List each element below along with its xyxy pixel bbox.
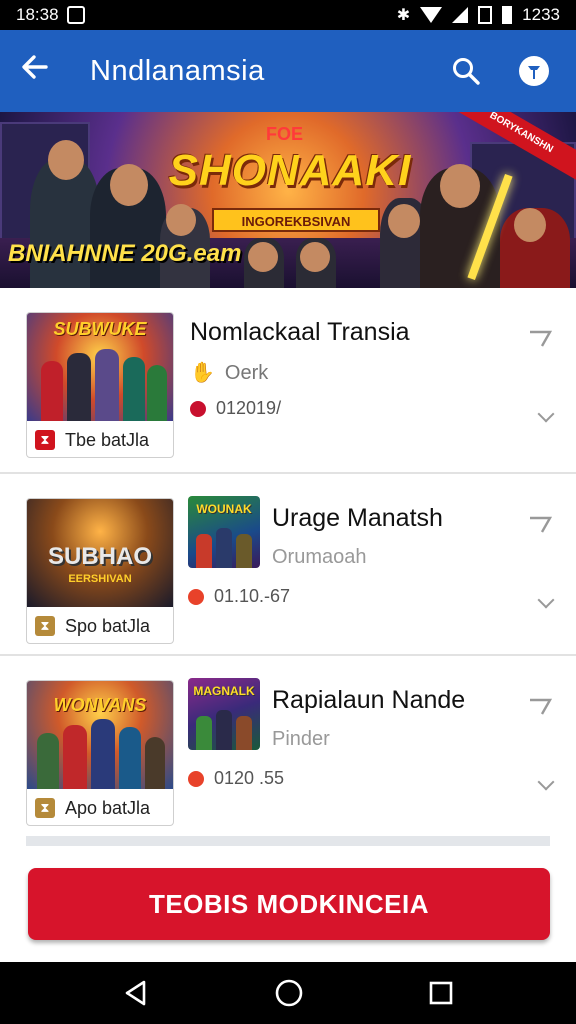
signal-icon <box>452 7 469 23</box>
hourglass-icon: ⧗ <box>35 798 55 818</box>
tournament-list: SUBWUKE ⧗ Tbe batJla Nomlackaal Transia … <box>0 288 576 838</box>
back-arrow-icon <box>22 54 48 79</box>
nav-back-icon[interactable] <box>122 979 150 1007</box>
divider <box>26 836 550 846</box>
item-subtitle: Orumaoah <box>272 546 367 568</box>
item-thumbnail-image: WONVANS <box>27 681 173 789</box>
thumb-label: Apo batJla <box>65 797 151 818</box>
item-meta: 0120 .55 <box>214 768 285 788</box>
item-thumbnail-image: SUBHAO EERSHIVAN <box>27 499 173 607</box>
search-icon <box>453 58 480 85</box>
status-dot-icon <box>190 400 206 417</box>
small-thumb-title: MAGNALK <box>193 684 255 698</box>
banner-title: SHONAAKI <box>168 146 412 195</box>
banner-subtitle: INGOREKBSIVAN <box>212 208 380 232</box>
item-meta: 012019/ <box>216 398 282 418</box>
status-time: 18:38 <box>16 5 59 24</box>
status-badge-icon <box>188 770 204 787</box>
share-icon[interactable] <box>528 696 554 716</box>
app-bar: Nndlanamsia <box>0 30 576 112</box>
back-button[interactable] <box>20 52 64 91</box>
item-subtitle: Pinder <box>272 728 330 750</box>
share-icon[interactable] <box>528 514 554 534</box>
thumb-title: WONVANS <box>53 695 147 715</box>
thumb-label: Tbe batJla <box>65 429 150 450</box>
banner-bottom-text: BNIAHNNE 20G.eam <box>8 240 242 267</box>
notification-icon <box>66 6 85 24</box>
item-thumbnail-image: SUBWUKE <box>27 313 173 421</box>
small-thumbnail[interactable]: WOUNAK <box>188 496 260 568</box>
system-nav-bar <box>0 962 576 1024</box>
bluetooth-icon: ✱ <box>396 7 411 24</box>
thumb-subtitle: EERSHIVAN <box>68 573 132 585</box>
status-badge-icon <box>188 588 204 605</box>
nav-recents-icon[interactable] <box>428 980 454 1006</box>
list-item[interactable]: SUBHAO EERSHIVAN ⧗ Spo batJla WOUNAK Ura… <box>0 474 576 656</box>
small-thumb-title: WOUNAK <box>196 502 252 516</box>
thumb-label: Spo batJla <box>65 615 151 636</box>
item-thumbnail-card[interactable]: WONVANS ⧗ Apo batJla <box>26 680 174 826</box>
chevron-down-icon[interactable] <box>537 405 555 423</box>
trophy-icon: ⧗ <box>35 430 55 450</box>
battery-icon <box>502 6 513 24</box>
banner-pre-title: FOE <box>266 124 304 144</box>
status-bar: 18:38 ✱ 1233 <box>0 0 576 30</box>
item-title: Urage Manatsh <box>272 504 443 532</box>
nav-home-icon[interactable] <box>274 978 304 1008</box>
chevron-down-icon[interactable] <box>537 591 555 609</box>
hero-banner[interactable]: FOE SHONAAKI INGOREKBSIVAN BNIAHNNE 20G.… <box>0 112 576 288</box>
shield-button[interactable] <box>512 49 556 93</box>
share-icon[interactable] <box>528 328 554 348</box>
thumb-title: SUBHAO <box>47 543 152 570</box>
wifi-icon <box>420 7 443 23</box>
search-button[interactable] <box>444 49 488 93</box>
status-right-text: 1233 <box>522 5 560 24</box>
list-item[interactable]: SUBWUKE ⧗ Tbe batJla Nomlackaal Transia … <box>0 288 576 474</box>
list-item[interactable]: WONVANS ⧗ Apo batJla MAGNALK Rapialaun N… <box>0 656 576 838</box>
primary-action-button[interactable]: TEOBIS MODKINCEIA <box>28 868 550 940</box>
item-thumbnail-card[interactable]: SUBWUKE ⧗ Tbe batJla <box>26 312 174 458</box>
hourglass-icon: ⧗ <box>35 616 55 636</box>
shield-icon <box>519 56 549 86</box>
item-subtitle: Oerk <box>224 362 269 384</box>
item-title: Rapialaun Nande <box>272 686 466 714</box>
item-meta: 01.10.-67 <box>214 586 291 606</box>
thumb-title: SUBWUKE <box>53 319 147 339</box>
chevron-down-icon[interactable] <box>537 773 555 791</box>
sim-icon <box>478 6 493 24</box>
small-thumbnail[interactable]: MAGNALK <box>188 678 260 750</box>
page-title: Nndlanamsia <box>90 54 265 87</box>
item-thumbnail-card[interactable]: SUBHAO EERSHIVAN ⧗ Spo batJla <box>26 498 174 644</box>
item-title: Nomlackaal Transia <box>190 318 410 346</box>
hand-icon: ✋ <box>190 362 215 384</box>
